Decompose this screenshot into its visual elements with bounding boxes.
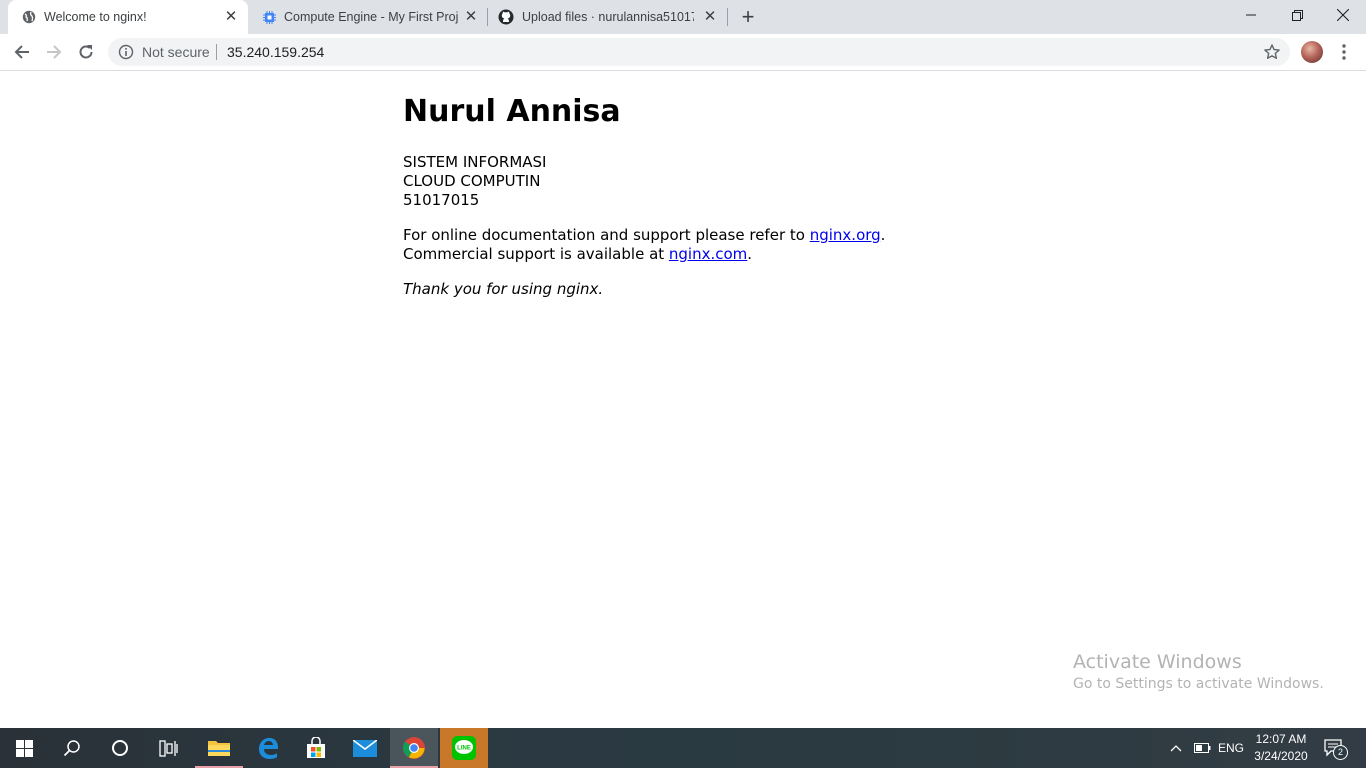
battery-button[interactable] — [1191, 728, 1213, 768]
reload-icon — [79, 45, 93, 59]
close-tab-icon[interactable]: ✕ — [223, 9, 239, 25]
action-center-button[interactable]: 2 — [1320, 728, 1350, 768]
close-tab-icon[interactable]: ✕ — [463, 9, 479, 25]
documentation-text: For online documentation and support ple… — [403, 226, 810, 244]
taskbar: LINE ENG 12:07 AM 3/24/2020 2 — [0, 728, 1366, 768]
search-icon — [63, 740, 80, 757]
bookmark-star-icon[interactable] — [1263, 43, 1281, 61]
back-arrow-icon — [14, 45, 29, 59]
file-explorer-icon — [208, 741, 230, 756]
browser-toolbar: Not secure 35.240.159.254 — [0, 34, 1366, 71]
back-button[interactable] — [11, 41, 33, 63]
close-window-button[interactable] — [1320, 0, 1366, 30]
file-explorer-button[interactable] — [195, 728, 243, 768]
mail-icon — [353, 739, 377, 757]
store-icon — [307, 737, 325, 758]
task-view-icon — [158, 739, 178, 757]
chevron-up-icon — [1170, 745, 1182, 752]
kebab-menu-icon[interactable] — [1336, 41, 1352, 63]
language-indicator[interactable]: ENG — [1217, 728, 1245, 768]
cortana-icon — [112, 740, 128, 756]
svg-text:LINE: LINE — [457, 746, 471, 752]
activate-windows-title: Activate Windows — [1073, 651, 1242, 673]
commercial-line: Commercial support is available at nginx… — [403, 245, 752, 264]
tab-strip: Welcome to nginx! ✕ Compute Engine - My … — [0, 0, 1366, 34]
new-tab-button[interactable]: + — [737, 6, 759, 28]
activate-windows-subtitle: Go to Settings to activate Windows. — [1073, 676, 1324, 692]
clock-time: 12:07 AM — [1255, 732, 1307, 746]
cortana-button[interactable] — [96, 728, 144, 768]
chrome-icon — [402, 737, 425, 759]
search-button[interactable] — [48, 728, 96, 768]
omnibox-divider — [216, 44, 217, 60]
address-bar[interactable]: Not secure 35.240.159.254 — [108, 38, 1290, 66]
commercial-text: Commercial support is available at — [403, 245, 669, 263]
clock-date: 3/24/2020 — [1254, 749, 1308, 763]
minimize-button[interactable] — [1228, 0, 1274, 30]
tab-divider — [727, 8, 728, 26]
line-button[interactable]: LINE — [440, 728, 488, 768]
url-text[interactable]: 35.240.159.254 — [227, 44, 324, 60]
punctuation: . — [880, 226, 886, 244]
task-view-button[interactable] — [144, 728, 192, 768]
page-heading: Nurul Annisa — [403, 94, 621, 129]
restore-button[interactable] — [1274, 0, 1320, 30]
clock[interactable]: 12:07 AM 3/24/2020 — [1250, 731, 1312, 765]
line-icon: LINE — [452, 736, 476, 760]
notification-count: 2 — [1333, 745, 1348, 760]
github-icon — [498, 9, 514, 25]
profile-avatar[interactable] — [1301, 41, 1323, 63]
info-icon[interactable] — [118, 44, 134, 60]
chrome-button[interactable] — [390, 728, 438, 768]
start-button[interactable] — [0, 728, 48, 768]
globe-icon — [21, 9, 37, 25]
info-line: 51017015 — [403, 191, 480, 209]
store-button[interactable] — [292, 728, 340, 768]
tab-nginx[interactable]: Welcome to nginx! ✕ — [8, 0, 248, 34]
close-tab-icon[interactable]: ✕ — [702, 9, 718, 25]
nginx-com-link[interactable]: nginx.com — [669, 245, 747, 263]
battery-icon — [1193, 743, 1210, 753]
mail-button[interactable] — [341, 728, 389, 768]
forward-button[interactable] — [43, 41, 65, 63]
tab-compute-engine[interactable]: Compute Engine - My First Project ✕ — [248, 0, 488, 34]
start-icon — [15, 739, 33, 757]
tab-title: Welcome to nginx! — [44, 10, 147, 24]
edge-icon — [259, 738, 278, 759]
reload-button[interactable] — [75, 41, 97, 63]
edge-button[interactable] — [244, 728, 292, 768]
forward-arrow-icon — [47, 45, 62, 59]
info-line: CLOUD COMPUTIN — [403, 172, 541, 190]
documentation-line: For online documentation and support ple… — [403, 226, 885, 245]
compute-engine-icon — [261, 9, 277, 25]
tab-github-upload[interactable]: Upload files · nurulannisa51017015 ✕ — [488, 0, 728, 34]
tab-title: Upload files · nurulannisa51017015 — [522, 10, 694, 24]
punctuation: . — [747, 245, 753, 263]
nginx-org-link[interactable]: nginx.org — [810, 226, 881, 244]
info-line: SISTEM INFORMASI — [403, 153, 547, 171]
security-status[interactable]: Not secure — [142, 44, 210, 60]
show-hidden-icons-button[interactable] — [1166, 728, 1186, 768]
tab-title: Compute Engine - My First Project — [284, 10, 458, 24]
thank-you-text: Thank you for using nginx. — [403, 280, 604, 298]
notification-icon: 2 — [1324, 737, 1348, 760]
